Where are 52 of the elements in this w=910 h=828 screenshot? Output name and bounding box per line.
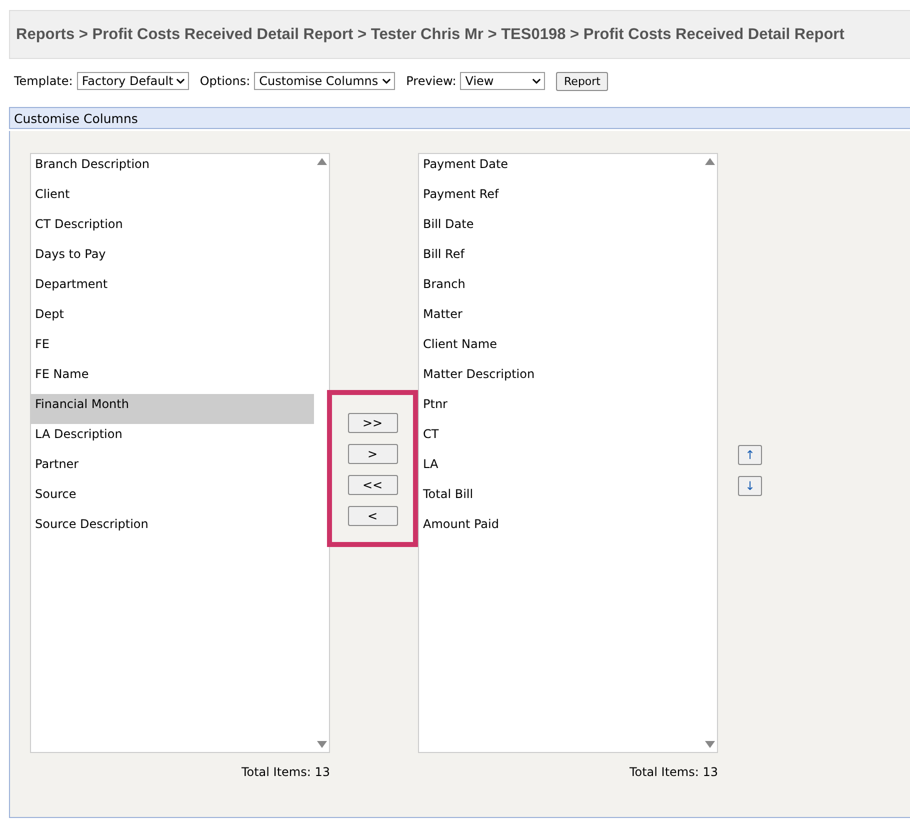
list-item[interactable]: Source Description	[31, 514, 314, 544]
transfer-button[interactable]: <<	[348, 475, 398, 495]
total-items: Total Items: 13	[629, 765, 718, 779]
report-button[interactable]: Report	[556, 72, 608, 90]
scroll-up-icon[interactable]	[704, 158, 714, 165]
list-item[interactable]: Bill Date	[419, 214, 702, 244]
list-item[interactable]: Department	[31, 274, 314, 304]
list-item[interactable]: Ptnr	[419, 394, 702, 424]
list-item[interactable]: Branch Description	[31, 154, 314, 184]
move-button[interactable]: ↓	[738, 476, 762, 496]
list-item[interactable]: FE	[31, 334, 314, 364]
transfer-button[interactable]: >>	[348, 413, 398, 433]
list-item[interactable]: Amount Paid	[419, 514, 702, 544]
list-item[interactable]: Financial Month	[31, 394, 314, 424]
scroll-down-icon[interactable]	[704, 741, 714, 748]
list-item[interactable]: Payment Date	[419, 154, 702, 184]
field-label: Options:	[200, 74, 250, 88]
list-item[interactable]: Days to Pay	[31, 244, 314, 274]
list-item[interactable]: Bill Ref	[419, 244, 702, 274]
scroll-down-icon[interactable]	[316, 741, 326, 748]
breadcrumb: Reports > Profit Costs Received Detail Report > Tester Chris Mr > TES0198 > Profit Costs Received Detail Report	[16, 26, 844, 44]
list-item[interactable]: CT	[419, 424, 702, 454]
dropdown[interactable]: Customise Columns	[254, 72, 396, 90]
total-items: Total Items: 13	[241, 765, 330, 779]
available-list[interactable]: Branch Description Client CT Description Days to Pay Department Dept FE FE Name Financial Month LA Description Partner Source Source Description	[30, 153, 330, 753]
list-item[interactable]: LA	[419, 454, 702, 484]
dropdown[interactable]: Factory Default	[76, 72, 189, 90]
field-label: Preview:	[406, 74, 456, 88]
chevron-icon	[532, 78, 542, 84]
panel-title: Customise Columns	[9, 107, 910, 129]
list-item[interactable]: Client	[31, 184, 314, 214]
list-item[interactable]: Source	[31, 484, 314, 514]
list-item[interactable]: Client Name	[419, 334, 702, 364]
list-item[interactable]: Partner	[31, 454, 314, 484]
list-item[interactable]: Payment Ref	[419, 184, 702, 214]
list-item[interactable]: Total Bill	[419, 484, 702, 514]
list-item[interactable]: Matter Description	[419, 364, 702, 394]
list-item[interactable]: Matter	[419, 304, 702, 334]
list-item[interactable]: CT Description	[31, 214, 314, 244]
scroll-up-icon[interactable]	[316, 158, 326, 165]
chevron-icon	[382, 78, 392, 84]
transfer-button[interactable]: >	[348, 444, 398, 464]
list-item[interactable]: Dept	[31, 304, 314, 334]
list-item[interactable]: Branch	[419, 274, 702, 304]
chosen-list[interactable]: Payment Date Payment Ref Bill Date Bill Ref Branch Matter Client Name Matter Description Ptnr CT LA Total Bill Amount Paid	[418, 153, 718, 753]
transfer-button[interactable]: <	[348, 506, 398, 526]
list-item[interactable]: FE Name	[31, 364, 314, 394]
field-label: Template:	[14, 74, 73, 88]
list-item[interactable]: LA Description	[31, 424, 314, 454]
dropdown[interactable]: View	[460, 72, 546, 90]
chevron-icon	[176, 78, 185, 84]
move-button[interactable]: ↑	[738, 445, 762, 465]
